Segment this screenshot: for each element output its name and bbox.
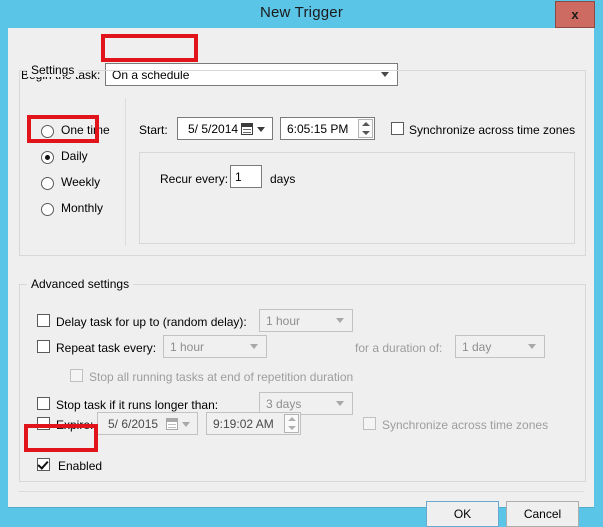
footer-separator: [18, 491, 584, 492]
calendar-icon[interactable]: [166, 417, 192, 430]
window-title: New Trigger: [259, 4, 344, 21]
delay-task-value: 1 hour: [266, 313, 301, 328]
new-trigger-dialog: New Trigger x Begin the task: On a sched…: [0, 0, 603, 527]
expire-label: Expire:: [56, 418, 94, 432]
delay-task-checkbox[interactable]: [37, 314, 50, 327]
cancel-button[interactable]: Cancel: [506, 501, 579, 527]
stop-task-longer-checkbox[interactable]: [37, 397, 50, 410]
repeat-task-label: Repeat task every:: [56, 341, 157, 355]
radio-monthly-label: Monthly: [61, 201, 104, 215]
enabled-checkbox[interactable]: [37, 458, 50, 471]
repeat-task-combobox[interactable]: 1 hour: [163, 335, 267, 358]
expire-time-value: 9:19:02 AM: [213, 416, 274, 431]
duration-combobox[interactable]: 1 day: [455, 335, 545, 358]
sync-across-time-zones-label: Synchronize across time zones: [409, 123, 576, 137]
recur-every-label: Recur every:: [160, 172, 229, 186]
stop-task-longer-label: Stop task if it runs longer than:: [56, 398, 219, 412]
close-button[interactable]: x: [555, 1, 595, 28]
recur-every-value: 1: [235, 169, 242, 184]
enabled-label: Enabled: [58, 459, 103, 473]
expire-sync-across-time-zones-checkbox[interactable]: [363, 417, 376, 430]
stop-all-running-tasks-checkbox[interactable]: [70, 369, 83, 382]
radio-daily[interactable]: [41, 151, 54, 164]
recur-panel: [139, 152, 575, 244]
radio-daily-label: Daily: [61, 149, 88, 163]
radio-one-time-label: One time: [61, 123, 110, 137]
advanced-settings-group-title: Advanced settings: [27, 277, 134, 291]
radio-weekly-label: Weekly: [61, 175, 101, 189]
expire-time-spinner[interactable]: [284, 414, 299, 433]
duration-value: 1 day: [462, 339, 492, 354]
start-time-value: 6:05:15 PM: [287, 121, 349, 136]
settings-divider: [125, 98, 126, 246]
chevron-down-icon: [528, 343, 536, 350]
start-label: Start:: [139, 123, 168, 137]
radio-monthly[interactable]: [41, 203, 54, 216]
chevron-down-icon: [336, 317, 344, 324]
sync-across-time-zones-checkbox[interactable]: [391, 122, 404, 135]
start-time-field[interactable]: 6:05:15 PM: [280, 117, 375, 140]
stop-all-running-tasks-label: Stop all running tasks at end of repetit…: [89, 370, 354, 384]
start-time-spinner[interactable]: [358, 119, 373, 138]
expire-sync-across-time-zones-label: Synchronize across time zones: [382, 418, 549, 432]
delay-task-combobox[interactable]: 1 hour: [259, 309, 353, 332]
recur-every-units-label: days: [270, 172, 296, 186]
title-bar: New Trigger x: [0, 0, 603, 28]
expire-time-field[interactable]: 9:19:02 AM: [206, 412, 301, 435]
start-date-value: 5/ 5/2014: [188, 121, 239, 136]
recur-every-input[interactable]: 1: [230, 165, 262, 188]
expire-date-field[interactable]: 5/ 6/2015: [97, 412, 198, 435]
for-a-duration-of-label: for a duration of:: [355, 341, 443, 355]
start-date-field[interactable]: 5/ 5/2014: [177, 117, 273, 140]
dialog-client-area: Begin the task: On a schedule Settings O…: [8, 28, 594, 527]
chevron-down-icon: [336, 400, 344, 407]
repeat-task-checkbox[interactable]: [37, 340, 50, 353]
chevron-down-icon: [250, 343, 258, 350]
ok-button[interactable]: OK: [426, 501, 499, 527]
radio-weekly[interactable]: [41, 177, 54, 190]
calendar-icon[interactable]: [241, 122, 267, 135]
expire-date-value: 5/ 6/2015: [108, 416, 159, 431]
delay-task-label: Delay task for up to (random delay):: [56, 315, 247, 329]
expire-checkbox[interactable]: [37, 417, 50, 430]
repeat-task-value: 1 hour: [170, 339, 205, 354]
radio-one-time[interactable]: [41, 125, 54, 138]
settings-group-title: Settings: [27, 63, 79, 77]
stop-task-longer-value: 3 days: [266, 396, 302, 411]
